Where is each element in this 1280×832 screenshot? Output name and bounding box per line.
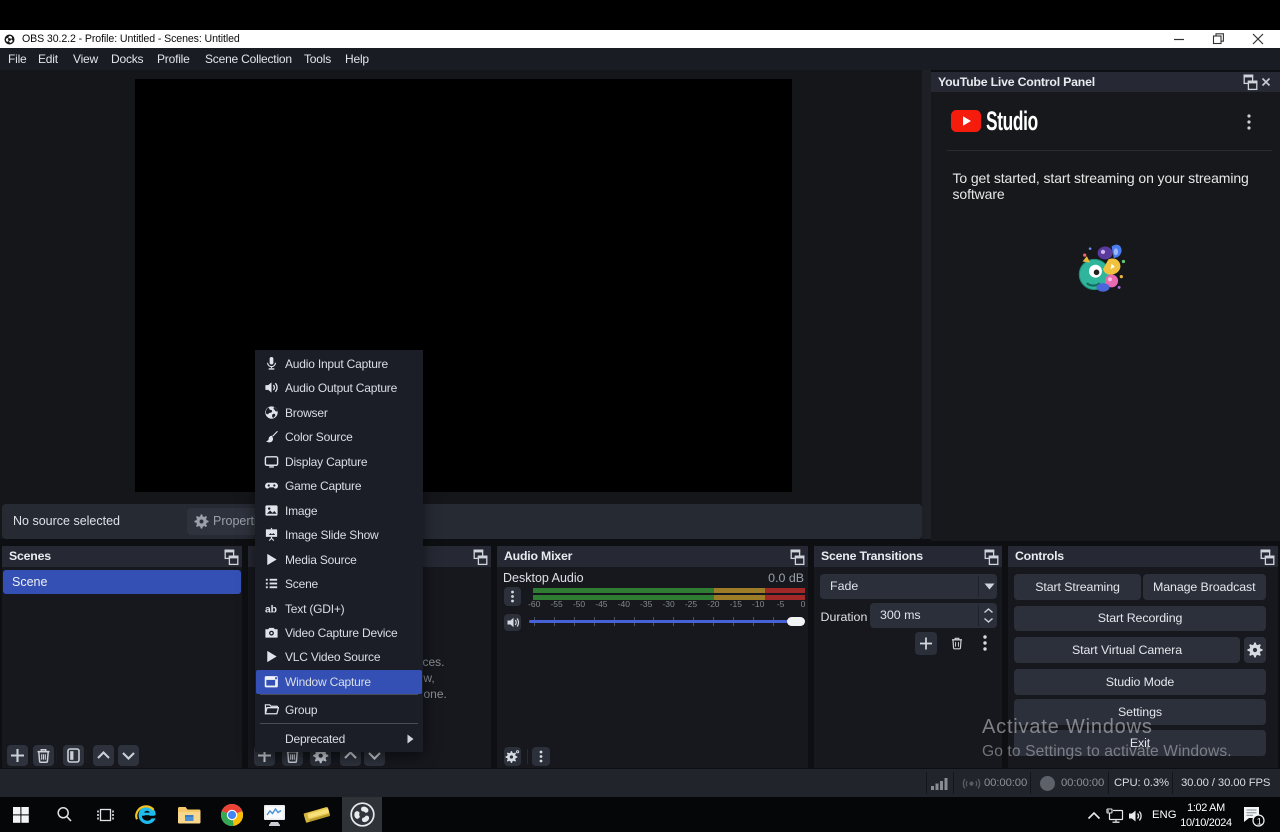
svg-text:ab: ab [265, 604, 277, 615]
svg-text:1: 1 [1257, 816, 1262, 826]
